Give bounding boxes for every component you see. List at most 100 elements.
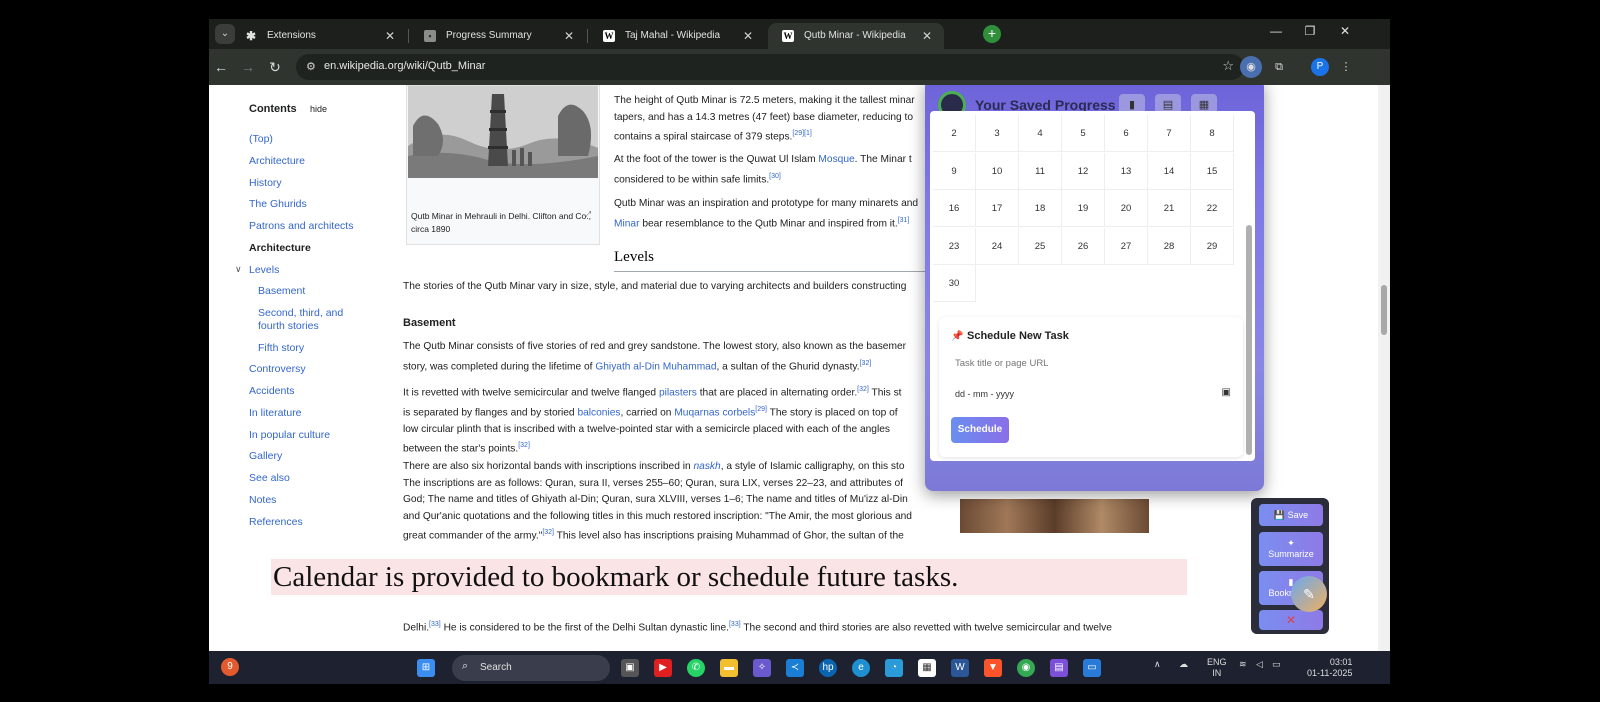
calendar-day[interactable]: 3 [976, 115, 1019, 152]
edge-icon[interactable]: e [852, 659, 870, 677]
chrome-icon[interactable]: ◉ [1017, 659, 1035, 677]
calendar-day[interactable]: 15 [1191, 152, 1234, 190]
tray-app-icon[interactable]: ☁ [1179, 659, 1188, 670]
close-icon[interactable]: ✕ [564, 23, 574, 49]
muqarnas-link[interactable]: Muqarnas corbels [674, 407, 755, 418]
calendar-day[interactable]: 11 [1019, 152, 1062, 190]
citation[interactable]: [32] [860, 360, 872, 367]
toc-item-basement[interactable]: Basement [258, 285, 305, 297]
brave-icon[interactable]: ▼ [984, 659, 1002, 677]
calendar-day[interactable]: 12 [1062, 152, 1105, 190]
close-panel-button[interactable]: ✕ [1259, 610, 1323, 630]
calendar-picker-icon[interactable]: ▣ [1222, 387, 1231, 398]
citation[interactable]: [29] [755, 406, 767, 413]
bookmark-star-icon[interactable]: ☆ [1222, 58, 1234, 74]
file-explorer-icon[interactable]: ▬ [720, 659, 738, 677]
toc-item-second-stories[interactable]: Second, third, and fourth stories [258, 307, 368, 333]
citation[interactable]: [32] [518, 442, 530, 449]
toc-item-architecture-current[interactable]: Architecture [249, 242, 311, 254]
reload-icon[interactable]: ↻ [265, 57, 285, 77]
back-arrow-icon[interactable]: ← [211, 57, 231, 77]
popup-scrollbar[interactable] [1245, 115, 1253, 457]
calendar-day[interactable]: 24 [976, 227, 1019, 265]
toc-item-top[interactable]: (Top) [249, 133, 273, 145]
save-button[interactable]: 💾 Save [1259, 504, 1323, 526]
wifi-icon[interactable]: ≋ [1239, 659, 1247, 670]
naskh-link[interactable]: naskh [694, 461, 721, 472]
scrollbar-thumb[interactable] [1246, 225, 1252, 455]
citation[interactable]: [33] [429, 621, 441, 628]
calendar-day[interactable]: 20 [1105, 190, 1148, 227]
profile-avatar[interactable]: P [1311, 58, 1329, 76]
tab-extensions[interactable]: ✱ Extensions ✕ [231, 23, 407, 49]
calendar-day[interactable]: 16 [933, 190, 976, 227]
close-icon[interactable]: ✕ [922, 23, 932, 49]
assistant-fab-icon[interactable]: ✎ [1291, 576, 1327, 612]
schedule-button[interactable]: Schedule [951, 417, 1009, 443]
citation[interactable]: [32] [857, 386, 869, 393]
widgets-icon[interactable]: 9 [221, 658, 239, 676]
app-icon[interactable]: ◔ [885, 659, 903, 677]
toc-item-levels[interactable]: ∨ Levels [235, 264, 279, 276]
citation[interactable]: [33] [729, 621, 741, 628]
toc-item-patrons[interactable]: Patrons and architects [249, 220, 353, 232]
pilasters-link[interactable]: pilasters [659, 387, 697, 398]
ghiyath-link[interactable]: Ghiyath al-Din Muhammad [595, 361, 716, 372]
task-view-icon[interactable]: ▣ [621, 659, 639, 677]
battery-icon[interactable]: ▭ [1272, 659, 1281, 670]
tab-qutb-minar[interactable]: W Qutb Minar - Wikipedia ✕ [768, 23, 944, 49]
tab-progress-summary[interactable]: ▪ Progress Summary ✕ [410, 23, 586, 49]
youtube-icon[interactable]: ▶ [654, 659, 672, 677]
volume-icon[interactable]: ◁ [1256, 659, 1263, 670]
calendar-day[interactable]: 14 [1148, 152, 1191, 190]
citation[interactable]: [29][1] [792, 130, 811, 137]
toc-hide-button[interactable]: hide [310, 104, 327, 114]
close-icon[interactable]: ✕ [743, 23, 753, 49]
calendar-day[interactable]: 21 [1148, 190, 1191, 227]
calendar-day[interactable]: 25 [1019, 227, 1062, 265]
calendar-day[interactable]: 30 [933, 265, 976, 302]
page-scrollbar[interactable] [1378, 85, 1390, 651]
chevron-down-icon[interactable]: ∨ [235, 264, 242, 275]
extensions-puzzle-icon[interactable]: ⧉ [1268, 56, 1290, 78]
calendar-day[interactable]: 6 [1105, 115, 1148, 152]
calendar-day[interactable]: 29 [1191, 227, 1234, 265]
whatsapp-icon[interactable]: ✆ [687, 659, 705, 677]
toc-item-ghurids[interactable]: The Ghurids [249, 198, 307, 210]
toc-item-notes[interactable]: Notes [249, 494, 276, 506]
minimize-icon[interactable]: — [1266, 24, 1286, 38]
citation[interactable]: [31] [898, 217, 910, 224]
tray-chevron-icon[interactable]: ∧ [1154, 659, 1161, 670]
calendar-day[interactable]: 9 [933, 152, 976, 190]
menu-dots-icon[interactable]: ⋮ [1335, 56, 1357, 78]
task-title-input[interactable] [949, 351, 1231, 375]
toc-item-history[interactable]: History [249, 177, 282, 189]
calendar-day[interactable]: 26 [1062, 227, 1105, 265]
calendar-day[interactable]: 22 [1191, 190, 1234, 227]
calendar-day[interactable]: 23 [933, 227, 976, 265]
close-icon[interactable]: ✕ [385, 23, 395, 49]
calendar-day[interactable]: 10 [976, 152, 1019, 190]
qutb-minar-photo[interactable] [408, 86, 598, 178]
toc-item-popular-culture[interactable]: In popular culture [249, 429, 330, 441]
address-bar[interactable]: ⚙ en.wikipedia.org/wiki/Qutb_Minar ☆ [296, 54, 1244, 80]
calendar-day[interactable]: 19 [1062, 190, 1105, 227]
toc-item-see-also[interactable]: See also [249, 472, 290, 484]
toc-item-accidents[interactable]: Accidents [249, 385, 295, 397]
toc-item-controversy[interactable]: Controversy [249, 363, 306, 375]
clock[interactable]: 03:01 01-11-2025 [1307, 657, 1352, 679]
calendar-day[interactable]: 2 [933, 115, 976, 152]
minar-detail-image[interactable] [960, 499, 1149, 533]
toc-item-architecture[interactable]: Architecture [249, 155, 305, 167]
toc-item-fifth-story[interactable]: Fifth story [258, 342, 304, 354]
vscode-icon[interactable]: ≺ [786, 659, 804, 677]
app-icon-3[interactable]: ▭ [1083, 659, 1101, 677]
calendar-day[interactable]: 5 [1062, 115, 1105, 152]
restore-icon[interactable]: ❐ [1300, 24, 1320, 38]
calendar-day[interactable]: 27 [1105, 227, 1148, 265]
minar-link[interactable]: Minar [614, 218, 639, 229]
copilot-icon[interactable]: ✧ [753, 659, 771, 677]
toc-item-references[interactable]: References [249, 516, 303, 528]
forward-arrow-icon[interactable]: → [238, 57, 258, 77]
new-tab-button[interactable]: + [983, 25, 1001, 43]
